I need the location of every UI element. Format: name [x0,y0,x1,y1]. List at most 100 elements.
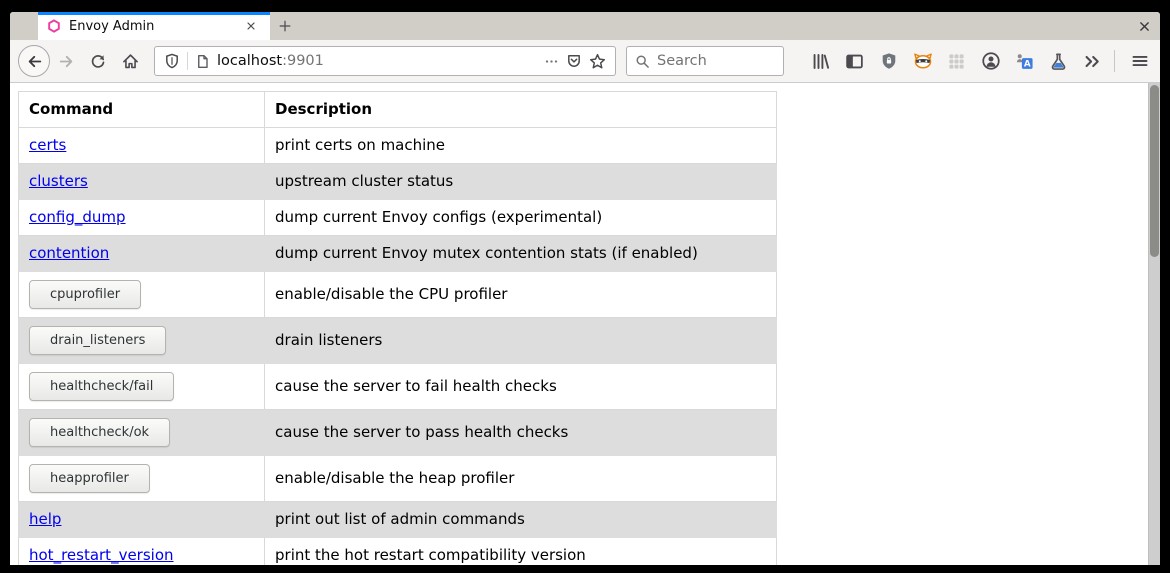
url-host: localhost [217,53,282,69]
description-column-header: Description [265,92,777,128]
tab-close-icon[interactable] [241,16,261,36]
command-cell: certs [19,128,265,164]
fox-extension-icon[interactable] [912,51,933,72]
account-icon[interactable] [980,51,1001,72]
command-cell: heapprofiler [19,456,265,502]
description-cell: enable/disable the heap profiler [265,456,777,502]
table-row: contention dump current Envoy mutex cont… [19,236,777,272]
command-table-body: certs print certs on machine clusters up… [19,128,777,566]
library-icon[interactable] [810,51,831,72]
command-button[interactable]: cpuprofiler [29,280,141,309]
command-cell: contention [19,236,265,272]
table-row: hot_restart_version print the hot restar… [19,538,777,566]
forward-arrow-icon [58,53,75,70]
envoy-hexagon-icon [47,19,61,33]
toolbar-divider [1114,50,1115,72]
description-cell: print the hot restart compatibility vers… [265,538,777,566]
command-link[interactable]: hot_restart_version [29,546,174,564]
window-close-button[interactable] [1128,12,1160,40]
command-button[interactable]: heapprofiler [29,464,150,493]
sidebar-icon[interactable] [844,51,865,72]
description-cell: upstream cluster status [265,164,777,200]
description-cell: cause the server to pass health checks [265,410,777,456]
command-column-header: Command [19,92,265,128]
description-cell: dump current Envoy mutex contention stat… [265,236,777,272]
command-link[interactable]: contention [29,244,109,262]
command-cell: config_dump [19,200,265,236]
reload-icon [90,53,106,69]
tabbar-spacer-left [10,12,38,40]
pocket-icon[interactable] [566,53,582,69]
grid-extension-icon[interactable] [946,51,967,72]
table-row: healthcheck/fail cause the server to fai… [19,364,777,410]
description-cell: dump current Envoy configs (experimental… [265,200,777,236]
translate-extension-icon[interactable]: A [1014,51,1035,72]
table-row: drain_listeners drain listeners [19,318,777,364]
command-button[interactable]: healthcheck/fail [29,372,174,401]
description-cell: enable/disable the CPU profiler [265,272,777,318]
tab-title: Envoy Admin [69,19,233,34]
toolbar-icons: A [810,51,1103,72]
table-row: certs print certs on machine [19,128,777,164]
command-cell: healthcheck/ok [19,410,265,456]
bookmark-star-icon[interactable] [589,53,606,70]
url-bar[interactable]: localhost:9901 [154,46,616,76]
tabbar-spacer [300,12,1128,40]
command-cell: hot_restart_version [19,538,265,566]
command-button[interactable]: drain_listeners [29,326,166,355]
table-row: cpuprofiler enable/disable the CPU profi… [19,272,777,318]
search-placeholder: Search [657,53,707,69]
command-link[interactable]: help [29,510,61,528]
admin-command-table: Command Description certs print certs on… [18,91,777,565]
command-cell: healthcheck/fail [19,364,265,410]
forward-button[interactable] [50,45,82,77]
command-cell: clusters [19,164,265,200]
tracking-protection-shield-icon[interactable] [164,53,180,69]
table-header-row: Command Description [19,92,777,128]
back-arrow-icon [26,53,43,70]
table-row: heapprofiler enable/disable the heap pro… [19,456,777,502]
proxy-shield-lock-icon[interactable] [878,51,899,72]
table-row: config_dump dump current Envoy configs (… [19,200,777,236]
url-text[interactable]: localhost:9901 [217,53,537,69]
command-cell: help [19,502,265,538]
search-icon [635,54,650,69]
scrollbar-thumb[interactable] [1150,85,1159,257]
command-button[interactable]: healthcheck/ok [29,418,170,447]
table-row: help print out list of admin commands [19,502,777,538]
table-row: healthcheck/ok cause the server to pass … [19,410,777,456]
description-cell: drain listeners [265,318,777,364]
tab-envoy-admin[interactable]: Envoy Admin [38,12,270,40]
back-button[interactable] [18,45,50,77]
ellipsis-icon[interactable] [544,54,559,69]
new-tab-button[interactable] [270,12,300,40]
home-icon [122,53,139,70]
plus-icon [278,19,292,33]
urlbar-divider [187,52,188,70]
description-cell: cause the server to fail health checks [265,364,777,410]
table-row: clusters upstream cluster status [19,164,777,200]
search-input[interactable]: Search [626,46,784,76]
command-cell: drain_listeners [19,318,265,364]
close-icon [1138,20,1151,33]
description-cell: print certs on machine [265,128,777,164]
url-port: :9901 [282,53,324,69]
command-link[interactable]: certs [29,136,66,154]
hamburger-menu-icon [1131,52,1149,70]
vertical-scrollbar[interactable] [1148,83,1160,565]
tab-bar: Envoy Admin [10,12,1160,40]
menu-button[interactable] [1124,45,1156,77]
command-link[interactable]: config_dump [29,208,126,226]
svg-text:A: A [1024,59,1031,69]
description-cell: print out list of admin commands [265,502,777,538]
reload-button[interactable] [82,45,114,77]
nav-toolbar: localhost:9901 Search [10,40,1160,83]
page-content: Command Description certs print certs on… [10,83,1160,565]
home-button[interactable] [114,45,146,77]
command-cell: cpuprofiler [19,272,265,318]
flask-extension-icon[interactable] [1048,51,1069,72]
command-link[interactable]: clusters [29,172,88,190]
overflow-chevron-icon[interactable] [1082,51,1103,72]
browser-window: Envoy Admin [10,12,1160,565]
page-info-icon[interactable] [195,54,210,69]
